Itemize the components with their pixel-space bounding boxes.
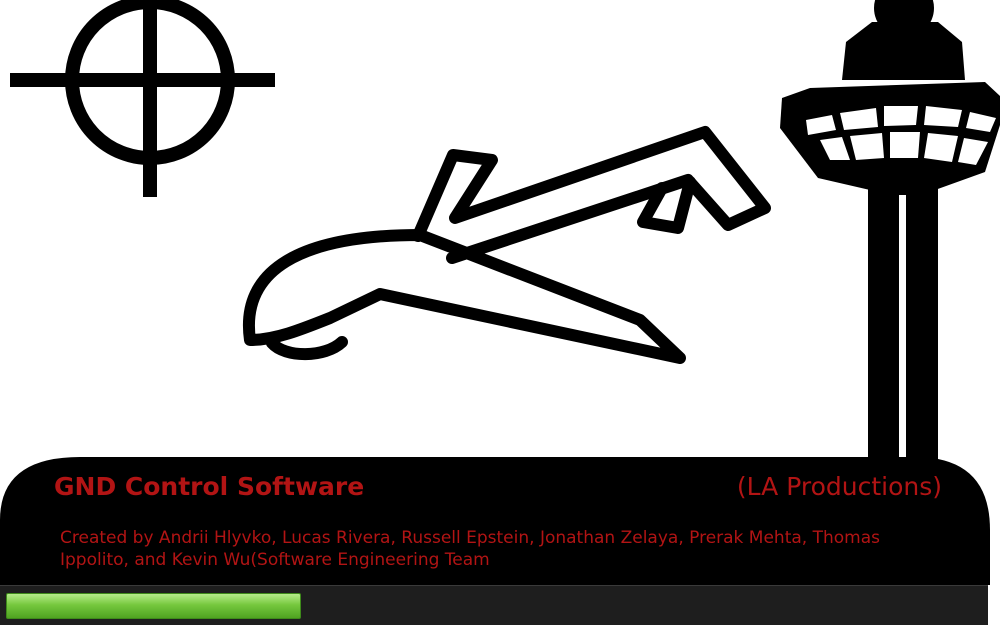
company-name: (LA Productions) [736, 472, 942, 501]
loading-progress-bar [0, 585, 988, 625]
loading-progress-fill [6, 593, 301, 619]
crosshair-icon [10, 0, 275, 197]
drone-icon [242, 126, 771, 364]
credits-text: Created by Andrii Hlyvko, Lucas Rivera, … [60, 528, 880, 570]
app-title: GND Control Software [54, 472, 365, 501]
control-tower-icon [780, 0, 1000, 465]
